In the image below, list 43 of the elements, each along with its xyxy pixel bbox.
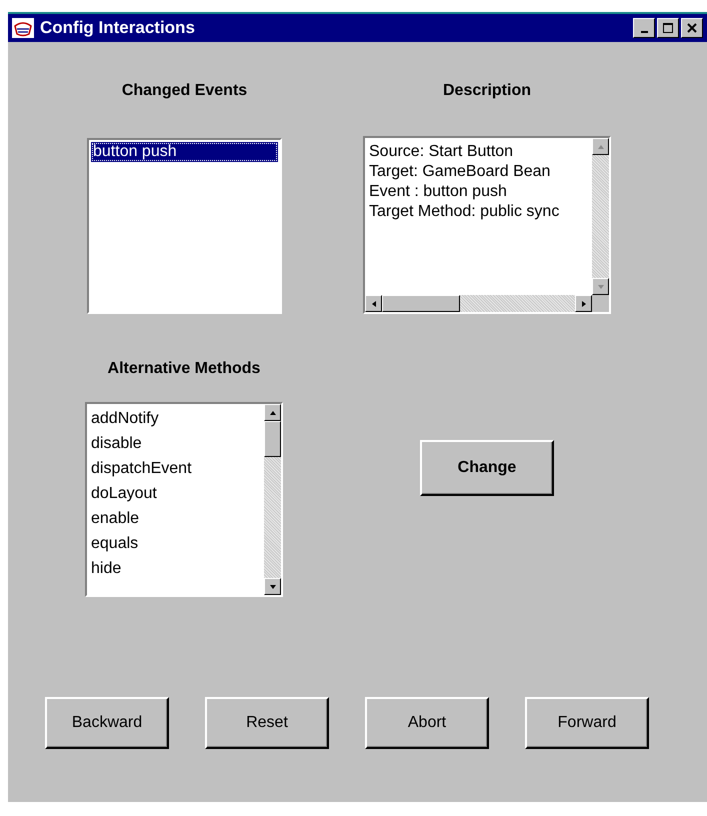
close-button[interactable] [681,18,703,38]
description-line: Source: Start Button [369,142,514,162]
description-line: Event : button push [369,182,508,202]
description-line: Target: GameBoard Bean [369,162,552,182]
list-item[interactable]: enable [89,506,262,531]
scroll-arrow-button[interactable] [592,138,609,155]
list-item[interactable]: doLayout [89,481,262,506]
minimize-button[interactable] [633,18,655,38]
events-list[interactable]: button push [87,138,282,314]
maximize-icon [663,23,673,33]
scroll-arrow-button[interactable] [264,404,281,421]
scroll-arrow-button[interactable] [575,295,592,312]
nav-button[interactable]: Forward [525,697,649,749]
scrollbar-corner [592,295,609,312]
change-button[interactable]: Change [420,440,554,496]
scroll-arrow-button[interactable] [592,278,609,295]
list-item[interactable]: addNotify [89,406,262,431]
scroll-thumb[interactable] [382,295,460,312]
close-icon [687,23,697,33]
list-item[interactable]: hide [89,556,262,581]
minimize-icon [640,31,648,33]
list-item[interactable]: dispatchEvent [89,456,262,481]
vertical-scrollbar[interactable] [264,404,281,595]
list-item[interactable]: button push [91,142,278,162]
nav-button[interactable]: Backward [45,697,169,749]
description-box[interactable]: Source: Start Button Target: GameBoard Bean Event : button push Target Method: public sync [363,136,611,314]
horizontal-scrollbar[interactable] [365,295,592,312]
maximize-button[interactable] [657,18,679,38]
section-label: Alternative Methods [106,360,262,379]
nav-button[interactable]: Reset [205,697,329,749]
section-label: Description [442,82,532,101]
vertical-scrollbar[interactable] [592,138,609,295]
list-item[interactable]: disable [89,431,262,456]
methods-list[interactable]: addNotify disable dispatchEvent doLayout enable equals hide [85,402,283,597]
description-line: Target Method: public sync [369,202,560,222]
scroll-arrow-button[interactable] [264,578,281,595]
scroll-thumb[interactable] [264,421,281,457]
section-label: Changed Events [120,82,248,101]
list-item[interactable]: equals [89,531,262,556]
window-title: Config Interactions [40,18,196,38]
app-icon [12,18,34,38]
scroll-arrow-button[interactable] [365,295,382,312]
nav-button[interactable]: Abort [365,697,489,749]
